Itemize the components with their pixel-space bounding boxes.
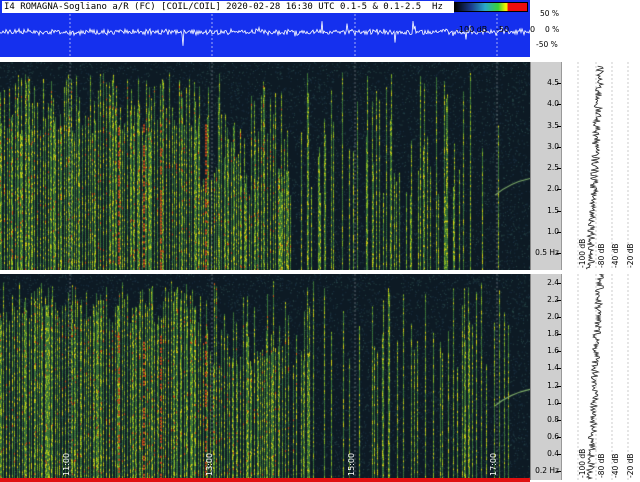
level-trace-top: [577, 62, 629, 270]
waveform-line: [0, 20, 530, 46]
level-trace-bottom: [577, 274, 629, 480]
level-label: -80 dB: [597, 243, 606, 268]
spectrogram-bottom: [0, 274, 530, 480]
axis-tick-label: 4.5: [547, 78, 559, 88]
level-panel-bottom: [561, 274, 640, 480]
time-label: 15:00: [347, 452, 356, 476]
frequency-axis-top: 4.5 4.0 3.5 3.0 2.5 2.0 1.5 1.0 0.5 Hz: [530, 62, 561, 270]
time-label: 13:00: [205, 452, 214, 476]
axis-tick-label: 2.0: [547, 184, 559, 194]
frequency-axis-bottom: 2.4 2.2 2.0 1.8 1.6 1.4 1.2 1.0 0.8 0.6 0.4 0.2 Hz: [530, 274, 561, 480]
level-line: [585, 65, 605, 270]
level-label: -80 dB: [597, 453, 606, 478]
level-panel-top: [561, 62, 640, 270]
time-axis-bar: [0, 478, 530, 482]
axis-tick-label: 1.4: [547, 363, 559, 373]
level-label: -100 dB: [578, 238, 587, 268]
axis-tick-label: 1.8: [547, 329, 559, 339]
colorbar-label-min: -100 dB: [456, 25, 488, 34]
axis-tick-label: 1.6: [547, 346, 559, 356]
waveform-pct-pos: 50 %: [540, 9, 560, 18]
axis-tick-label: 0.2 Hz: [535, 466, 559, 476]
axis-tick-label: 1.2: [547, 380, 559, 390]
time-label: 11:00: [62, 452, 71, 476]
level-line: [585, 274, 605, 480]
axis-tick-label: 3.5: [547, 120, 559, 130]
axis-tick-label: 2.2: [547, 294, 559, 304]
axis-tick-label: 0.6: [547, 432, 559, 442]
axis-tick-label: 1.0: [547, 226, 559, 236]
colorbar-label-mid: -50: [496, 25, 510, 34]
dB-colorbar: [454, 2, 528, 12]
axis-tick-label: 2.5: [547, 163, 559, 173]
axis-tick-label: 1.5: [547, 205, 559, 215]
level-label: -20 dB: [626, 453, 635, 478]
axis-tick-label: 0.4: [547, 449, 559, 459]
time-label: 17:00: [489, 452, 498, 476]
axis-tick-label: 2.0: [547, 311, 559, 321]
waveform-pct-zero: 0 %: [545, 25, 560, 34]
axis-tick-label: 1.0: [547, 397, 559, 407]
level-label: -20 dB: [626, 243, 635, 268]
level-label: -40 dB: [611, 243, 620, 268]
page-title: I4 ROMAGNA-Sogliano a/R (FC) [COIL/COIL]…: [2, 1, 454, 13]
axis-tick-label: 0.8: [547, 414, 559, 424]
colorbar-label-max: 0: [530, 25, 536, 34]
axis-tick-label: 2.4: [547, 277, 559, 287]
level-label: -100 dB: [578, 448, 587, 478]
axis-tick-label: 3.0: [547, 141, 559, 151]
level-label: -40 dB: [611, 453, 620, 478]
waveform-pct-neg: -50 %: [536, 40, 558, 49]
axis-tick-label: 0.5 Hz: [535, 248, 559, 258]
spectrogram-top: [0, 62, 530, 270]
axis-tick-label: 4.0: [547, 99, 559, 109]
